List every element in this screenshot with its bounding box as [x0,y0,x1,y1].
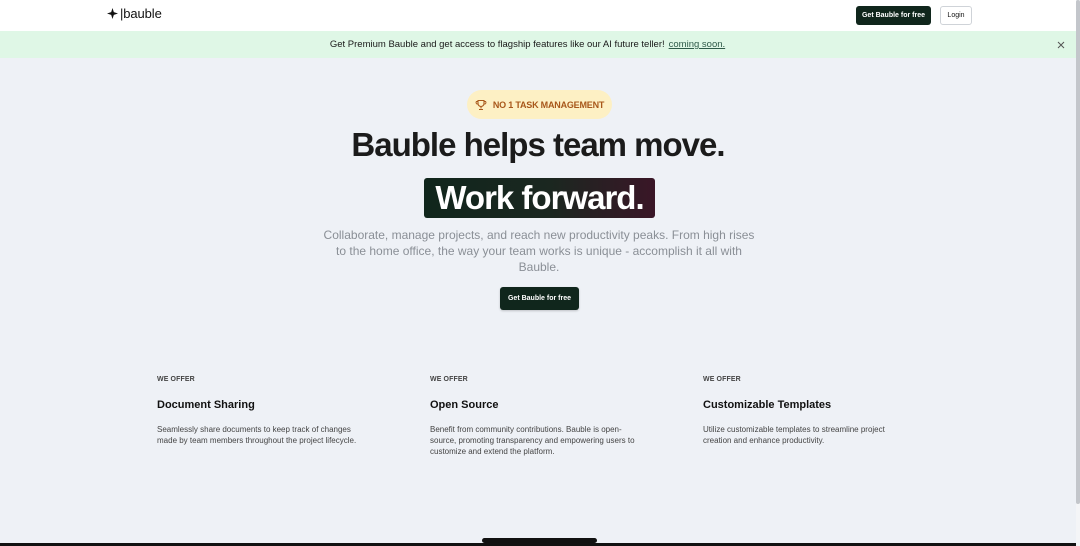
trophy-icon [475,99,487,110]
close-icon [1057,41,1065,49]
badge-label: NO 1 TASK MANAGEMENT [492,99,605,110]
feature-title: Customizable Templates [703,399,832,411]
feature-customizable-templates: WE OFFER Customizable Templates Utilize … [703,376,923,446]
feature-title: Open Source [430,399,499,411]
logo[interactable]: |bauble [107,6,162,21]
page: |bauble Get Bauble for free Login Get Pr… [0,0,1080,546]
diamond-icon [107,8,118,19]
banner-message: Get Premium Bauble and get access to fla… [0,39,1055,50]
login-button[interactable]: Login [940,6,972,25]
feature-description: Utilize customizable templates to stream… [703,425,885,445]
feature-eyebrow: WE OFFER [157,376,195,383]
banner-text: Get Premium Bauble and get access to fla… [329,39,665,50]
feature-open-source: WE OFFER Open Source Benefit from commun… [430,376,650,457]
banner-close-button[interactable] [1055,39,1067,51]
announcement-banner: Get Premium Bauble and get access to fla… [0,31,1076,58]
hero-description: Collaborate, manage projects, and reach … [323,228,755,274]
home-indicator[interactable] [482,538,597,543]
get-bauble-free-nav-button[interactable]: Get Bauble for free [856,6,931,25]
feature-document-sharing: WE OFFER Document Sharing Seamlessly sha… [157,376,377,446]
coming-soon-link[interactable]: coming soon. [669,39,726,50]
feature-eyebrow: WE OFFER [430,376,468,383]
feature-title: Document Sharing [157,399,255,411]
feature-description: Benefit from community contributions. Ba… [430,425,635,456]
top-nav: |bauble Get Bauble for free Login [0,0,1076,31]
hero-badge: NO 1 TASK MANAGEMENT [467,90,612,119]
feature-description: Seamlessly share documents to keep track… [157,425,357,445]
feature-eyebrow: WE OFFER [703,376,741,383]
hero-title: Bauble helps team move. [351,126,725,163]
scrollbar-thumb[interactable] [1076,0,1080,504]
get-bauble-free-hero-button[interactable]: Get Bauble for free [500,287,579,310]
logo-text: |bauble [120,6,162,21]
hero-highlight: Work forward. [424,178,655,218]
